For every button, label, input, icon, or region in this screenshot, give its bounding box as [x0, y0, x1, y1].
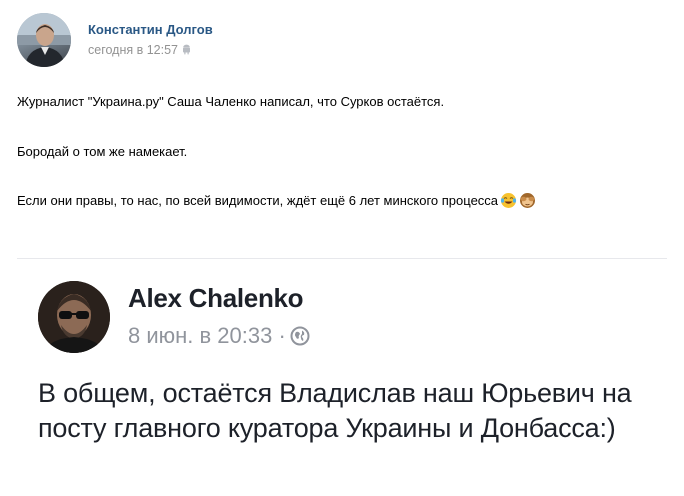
post-text-content: Если они правы, то нас, по всей видимост…	[17, 193, 499, 208]
laughing-tears-emoji	[500, 193, 517, 208]
see-no-evil-monkey-emoji	[520, 193, 536, 208]
post-text-line: Бородай о том же намекает.	[17, 144, 188, 159]
post-meta: сегодня в 12:57	[88, 43, 191, 57]
android-icon	[183, 44, 190, 55]
author-name-link[interactable]: Константин Долгов	[88, 22, 213, 37]
post-text-line: Если они правы, то нас, по всей видимост…	[17, 192, 536, 209]
post-text-line: Журналист "Украина.ру" Саша Чаленко напи…	[17, 94, 445, 109]
embedded-post-text: В общем, остаётся Владислав наш Юрьевич …	[38, 378, 632, 443]
meta-separator: ·	[278, 323, 286, 348]
author-avatar[interactable]	[17, 13, 71, 67]
embedded-post-meta: 8 июн. в 20:33 ·	[128, 323, 310, 349]
wall-post: Константин Долгов сегодня в 12:57 Журнал…	[0, 0, 684, 496]
embedded-post-date: 8 июн. в 20:33	[128, 323, 273, 348]
embedded-author-avatar	[38, 281, 110, 353]
post-time[interactable]: сегодня в 12:57	[88, 43, 178, 57]
globe-icon	[290, 326, 310, 346]
embedded-author-name: Alex Chalenko	[128, 283, 304, 313]
attached-screenshot[interactable]: Alex Chalenko 8 июн. в 20:33 · В общем, …	[17, 259, 667, 496]
